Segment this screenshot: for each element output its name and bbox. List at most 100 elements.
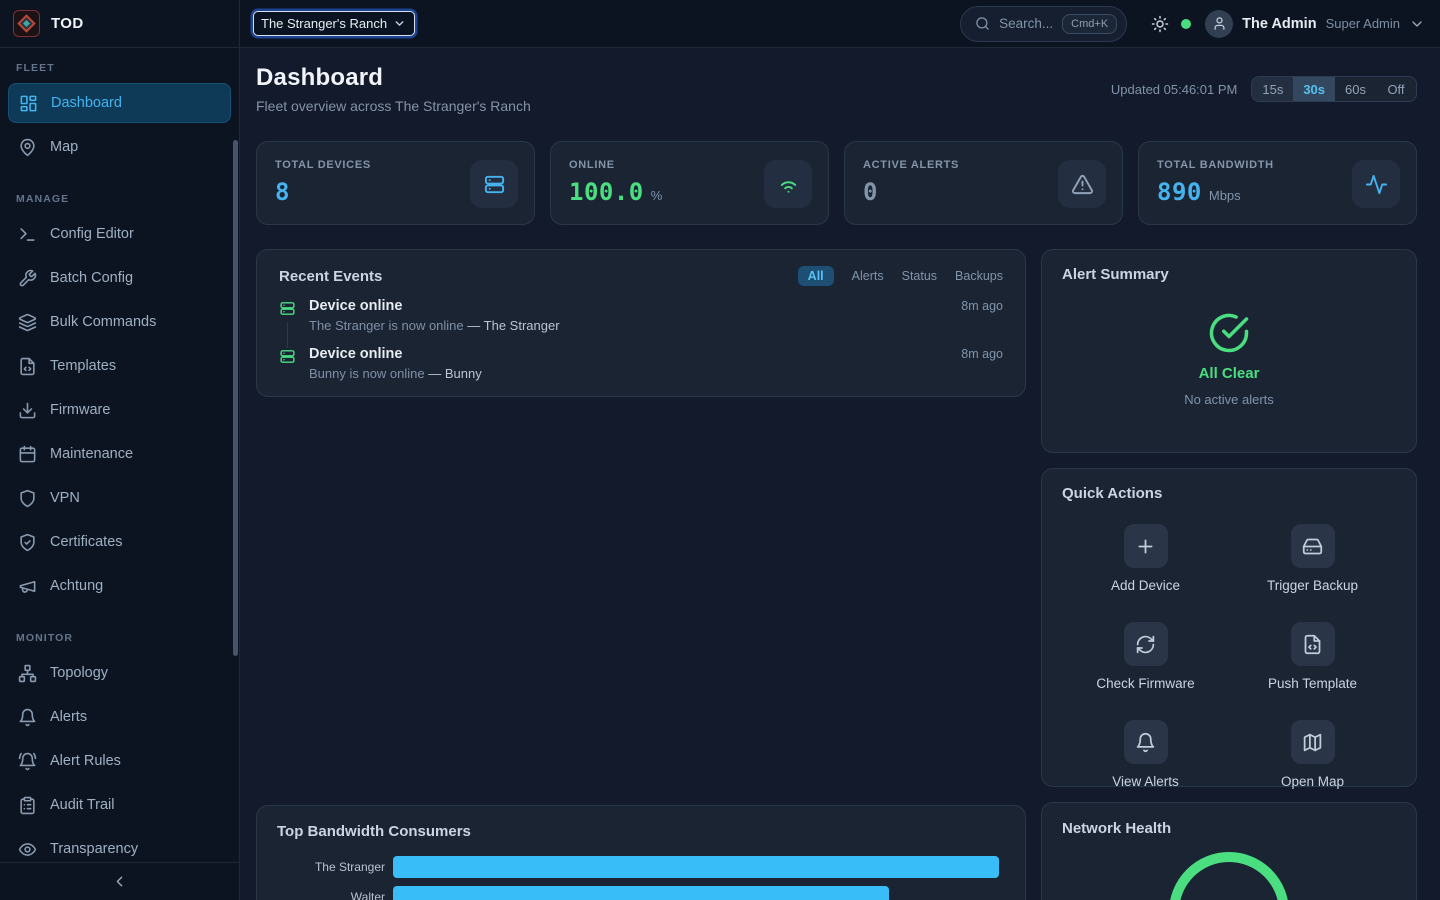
sidebar-item-label: Achtung bbox=[50, 578, 103, 594]
refresh-option-15s[interactable]: 15s bbox=[1252, 77, 1293, 101]
download-icon bbox=[18, 401, 37, 420]
sidebar-item-label: Audit Trail bbox=[50, 797, 114, 813]
section-label-fleet: FLEET bbox=[16, 62, 223, 74]
shield-icon bbox=[18, 489, 37, 508]
quick-action-add-device[interactable]: Add Device bbox=[1062, 524, 1229, 593]
quick-action-open-map[interactable]: Open Map bbox=[1229, 720, 1396, 789]
quick-action-trigger-backup[interactable]: Trigger Backup bbox=[1229, 524, 1396, 593]
sidebar-item-alert-rules[interactable]: Alert Rules bbox=[8, 741, 231, 781]
stat-unit: Mbps bbox=[1209, 188, 1241, 203]
stats-row: TOTAL DEVICES 8 ONLINE 100.0 % bbox=[256, 141, 1417, 225]
refresh-interval-control: 15s 30s 60s Off bbox=[1251, 76, 1417, 102]
chevron-left-icon bbox=[111, 873, 128, 890]
quick-action-label: Check Firmware bbox=[1096, 676, 1194, 691]
filter-alerts[interactable]: Alerts bbox=[852, 266, 884, 286]
shield-check-icon bbox=[18, 533, 37, 552]
server-icon bbox=[279, 298, 297, 333]
sidebar-item-bulk-commands[interactable]: Bulk Commands bbox=[8, 302, 231, 342]
server-icon bbox=[279, 346, 297, 381]
quick-action-check-firmware[interactable]: Check Firmware bbox=[1062, 622, 1229, 691]
sidebar-item-alerts[interactable]: Alerts bbox=[8, 697, 231, 737]
map-icon bbox=[1291, 720, 1335, 764]
app-logo-row: TOD bbox=[0, 0, 239, 48]
sidebar-item-config-editor[interactable]: Config Editor bbox=[8, 214, 231, 254]
map-pin-icon bbox=[18, 138, 37, 157]
event-target: — The Stranger bbox=[467, 318, 559, 333]
sidebar-nav: FLEET Dashboard Map MANAGE Config Editor bbox=[0, 48, 239, 862]
dashboard-icon bbox=[19, 94, 38, 113]
sidebar-item-firmware[interactable]: Firmware bbox=[8, 390, 231, 430]
sidebar-collapse-button[interactable] bbox=[0, 862, 239, 900]
sidebar-item-label: Topology bbox=[50, 665, 108, 681]
dashboard-content: Dashboard Fleet overview across The Stra… bbox=[240, 48, 1440, 900]
sidebar-item-audit-trail[interactable]: Audit Trail bbox=[8, 785, 231, 825]
recent-events-title: Recent Events bbox=[279, 268, 382, 285]
event-description: Bunny is now online bbox=[309, 366, 425, 381]
updated-timestamp: Updated 05:46:01 PM bbox=[1111, 82, 1237, 97]
search-input[interactable]: Search... Cmd+K bbox=[960, 6, 1127, 42]
refresh-option-30s[interactable]: 30s bbox=[1293, 77, 1335, 101]
activity-icon bbox=[1352, 160, 1400, 208]
sidebar-item-maintenance[interactable]: Maintenance bbox=[8, 434, 231, 474]
sidebar-item-label: Templates bbox=[50, 358, 116, 374]
file-code-icon bbox=[18, 357, 37, 376]
user-icon bbox=[1212, 16, 1227, 31]
filter-status[interactable]: Status bbox=[902, 266, 937, 286]
event-list: Device online 8m ago The Stranger is now… bbox=[279, 298, 1003, 394]
sidebar-scrollbar[interactable] bbox=[233, 140, 238, 656]
filter-backups[interactable]: Backups bbox=[955, 266, 1003, 286]
bell-icon bbox=[18, 708, 37, 727]
avatar[interactable] bbox=[1205, 10, 1233, 38]
bandwidth-bar bbox=[393, 886, 889, 900]
network-health-score: 100 bbox=[1168, 851, 1290, 900]
refresh-icon bbox=[1124, 622, 1168, 666]
sidebar-item-topology[interactable]: Topology bbox=[8, 653, 231, 693]
hard-drive-icon bbox=[1291, 524, 1335, 568]
quick-action-label: Push Template bbox=[1268, 676, 1357, 691]
top-bandwidth-card: Top Bandwidth Consumers The Stranger Wal… bbox=[256, 805, 1026, 900]
stat-value: 100.0 bbox=[569, 178, 644, 206]
quick-action-push-template[interactable]: Push Template bbox=[1229, 622, 1396, 691]
quick-action-view-alerts[interactable]: View Alerts bbox=[1062, 720, 1229, 789]
sidebar-item-achtung[interactable]: Achtung bbox=[8, 566, 231, 606]
filter-all[interactable]: All bbox=[798, 266, 834, 286]
wrench-icon bbox=[18, 269, 37, 288]
topbar: The Stranger's Ranch Search... Cmd+K bbox=[240, 0, 1440, 48]
refresh-option-60s[interactable]: 60s bbox=[1335, 77, 1376, 101]
sidebar-item-templates[interactable]: Templates bbox=[8, 346, 231, 386]
app-name: TOD bbox=[51, 15, 84, 32]
terminal-icon bbox=[18, 225, 37, 244]
sidebar-item-map[interactable]: Map bbox=[8, 127, 231, 167]
sidebar-item-vpn[interactable]: VPN bbox=[8, 478, 231, 518]
event-description: The Stranger is now online bbox=[309, 318, 464, 333]
quick-action-label: Trigger Backup bbox=[1267, 578, 1358, 593]
stat-value: 890 bbox=[1157, 178, 1202, 206]
sidebar-item-label: Certificates bbox=[50, 534, 123, 550]
sidebar-item-transparency[interactable]: Transparency bbox=[8, 829, 231, 862]
theme-toggle-button[interactable] bbox=[1151, 15, 1169, 33]
site-selector[interactable]: The Stranger's Ranch bbox=[253, 11, 415, 36]
user-menu-button[interactable] bbox=[1409, 16, 1425, 32]
quick-action-label: View Alerts bbox=[1112, 774, 1179, 789]
right-column: Alert Summary All Clear No active alerts… bbox=[1041, 249, 1417, 900]
bandwidth-bar bbox=[393, 856, 999, 878]
event-row: Device online 8m ago The Stranger is now… bbox=[279, 298, 1003, 346]
sidebar-item-certificates[interactable]: Certificates bbox=[8, 522, 231, 562]
stat-value: 0 bbox=[863, 178, 878, 206]
chevron-down-icon bbox=[393, 17, 406, 30]
bell-ring-icon bbox=[18, 752, 37, 771]
alert-status-text: All Clear bbox=[1199, 365, 1260, 382]
alert-triangle-icon bbox=[1058, 160, 1106, 208]
event-time: 8m ago bbox=[961, 347, 1003, 361]
site-selector-value: The Stranger's Ranch bbox=[261, 16, 387, 31]
stat-card-active-alerts: ACTIVE ALERTS 0 bbox=[844, 141, 1123, 225]
server-icon bbox=[470, 160, 518, 208]
sidebar-item-dashboard[interactable]: Dashboard bbox=[8, 83, 231, 123]
sidebar-item-batch-config[interactable]: Batch Config bbox=[8, 258, 231, 298]
refresh-option-off[interactable]: Off bbox=[1376, 77, 1416, 101]
alert-summary-card: Alert Summary All Clear No active alerts bbox=[1041, 249, 1417, 453]
section-label-manage: MANAGE bbox=[16, 193, 223, 205]
network-icon bbox=[18, 664, 37, 683]
network-health-gauge: 100 bbox=[1168, 851, 1290, 900]
user-name: The Admin bbox=[1242, 16, 1316, 32]
